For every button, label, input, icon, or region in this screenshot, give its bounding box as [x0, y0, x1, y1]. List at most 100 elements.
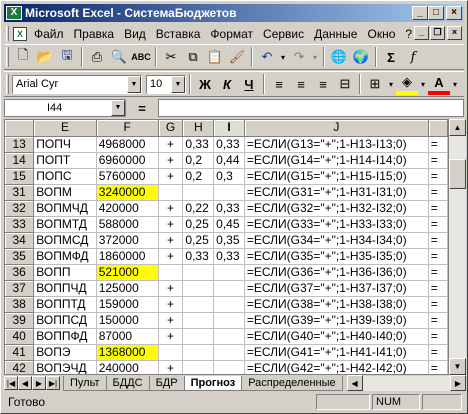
cell-h[interactable]	[182, 360, 215, 374]
cell-f[interactable]: 240000	[96, 360, 159, 374]
cut-icon[interactable]: ✂	[160, 46, 182, 68]
paste-function-icon[interactable]: f	[402, 46, 424, 68]
cell-e[interactable]: ВОППСД	[33, 312, 97, 329]
excel-app-icon[interactable]: X	[6, 6, 22, 20]
scroll-down-icon[interactable]: ▼	[449, 358, 466, 375]
cell-e[interactable]: ВОПЭ	[33, 344, 97, 361]
column-header-k[interactable]	[428, 120, 448, 137]
cell-i[interactable]	[213, 312, 245, 329]
paste-icon[interactable]: 📋	[204, 46, 226, 68]
cell-g[interactable]	[158, 184, 184, 201]
close-button[interactable]: ×	[446, 6, 462, 20]
column-header-h[interactable]: H	[182, 120, 215, 137]
cell-f[interactable]: 420000	[96, 200, 159, 217]
new-file-icon[interactable]: 🗋	[12, 46, 34, 68]
vertical-scrollbar[interactable]: ▲ ▼	[449, 119, 466, 375]
cell-h[interactable]: 0,25	[182, 216, 215, 233]
cell-g[interactable]: +	[158, 296, 184, 313]
cell-f[interactable]: 6960000	[96, 152, 159, 169]
menu-format[interactable]: Формат	[205, 27, 258, 41]
cell-f[interactable]: 4968000	[96, 136, 159, 153]
prev-sheet-icon[interactable]: ◀	[18, 376, 32, 390]
align-left-icon[interactable]: ≡	[268, 73, 290, 95]
cell-g[interactable]: +	[158, 280, 184, 297]
cell-j[interactable]: =ЕСЛИ(G15="+";1-H15-I15;0)	[244, 168, 429, 185]
row-header[interactable]: 32	[5, 200, 35, 217]
cell-h[interactable]: 0,22	[182, 200, 215, 217]
sheet-tab-bdds[interactable]: БДДС	[105, 375, 150, 391]
font-size-combo[interactable]: 10 ▼	[146, 74, 186, 94]
cell-g[interactable]: +	[158, 232, 184, 249]
font-color-dropdown-icon[interactable]: ▾	[450, 73, 460, 95]
cell-i[interactable]	[213, 360, 245, 374]
menu-tools[interactable]: Сервис	[258, 27, 309, 41]
column-header-i[interactable]: I	[213, 120, 245, 137]
row-header[interactable]: 40	[5, 328, 35, 345]
row-header[interactable]: 34	[5, 232, 35, 249]
sheet-tab-pult[interactable]: Пульт	[63, 375, 107, 391]
scroll-left-icon[interactable]: ◀	[346, 374, 363, 391]
cell-j[interactable]: =ЕСЛИ(G40="+";1-H40-I40;0)	[244, 328, 429, 345]
web-toolbar-icon[interactable]: 🌍	[350, 46, 372, 68]
cell-h[interactable]: 0,25	[182, 232, 215, 249]
row-header[interactable]: 42	[5, 360, 35, 374]
cell-k[interactable]: =	[428, 136, 448, 153]
name-box[interactable]: I44 ▼	[4, 99, 126, 117]
cell-h[interactable]: 0,2	[182, 152, 215, 169]
cell-k[interactable]: =	[428, 168, 448, 185]
borders-dropdown-icon[interactable]: ▾	[386, 73, 396, 95]
cell-h[interactable]	[182, 280, 215, 297]
cell-f[interactable]: 5760000	[96, 168, 159, 185]
undo-dropdown-icon[interactable]: ▾	[278, 46, 288, 68]
cell-h[interactable]	[182, 264, 215, 281]
cell-j[interactable]: =ЕСЛИ(G36="+";1-H36-I36;0)	[244, 264, 429, 281]
cell-j[interactable]: =ЕСЛИ(G13="+";1-H13-I13;0)	[244, 136, 429, 153]
menu-data[interactable]: Данные	[309, 27, 362, 41]
cell-h[interactable]	[182, 344, 215, 361]
menu-file[interactable]: Файл	[29, 27, 69, 41]
redo-dropdown-icon[interactable]: ▾	[310, 46, 320, 68]
worksheet-grid[interactable]: E F G H I J 13 ПОПЧ 4968000 +0,33 0,33 =ЕСЛИ(…	[4, 119, 449, 375]
doc-minimize-button[interactable]: _	[414, 26, 429, 40]
chevron-down-icon[interactable]: ▼	[127, 75, 141, 93]
cell-h[interactable]	[182, 296, 215, 313]
merge-center-icon[interactable]: ⊟	[334, 73, 356, 95]
cell-h[interactable]: 0,2	[182, 168, 215, 185]
cell-i[interactable]	[213, 264, 245, 281]
cell-f[interactable]: 1368000	[96, 344, 159, 361]
menu-grip[interactable]	[6, 26, 9, 41]
row-header[interactable]: 36	[5, 264, 35, 281]
toolbar-grip[interactable]	[6, 74, 9, 94]
formula-input[interactable]	[158, 99, 464, 117]
save-icon[interactable]: 🖫	[56, 46, 78, 68]
cell-g[interactable]: +	[158, 248, 184, 265]
cell-i[interactable]	[213, 328, 245, 345]
row-header[interactable]: 38	[5, 296, 35, 313]
column-header-g[interactable]: G	[158, 120, 184, 137]
cell-e[interactable]: ВОППТД	[33, 296, 97, 313]
cell-e[interactable]: ВОПМФД	[33, 248, 97, 265]
cell-i[interactable]: 0,3	[213, 168, 245, 185]
doc-restore-button[interactable]: ❐	[430, 26, 445, 40]
cell-f[interactable]: 159000	[96, 296, 159, 313]
borders-icon[interactable]: ⊞	[364, 73, 386, 95]
toolbar-grip[interactable]	[6, 47, 9, 67]
cell-e[interactable]: ВОПМ	[33, 184, 97, 201]
cell-g[interactable]: +	[158, 200, 184, 217]
cell-j[interactable]: =ЕСЛИ(G35="+";1-H35-I35;0)	[244, 248, 429, 265]
column-header-e[interactable]: E	[33, 120, 97, 137]
cell-e[interactable]: ВОППЧД	[33, 280, 97, 297]
cell-k[interactable]: =	[428, 248, 448, 265]
cell-f[interactable]: 125000	[96, 280, 159, 297]
column-header-f[interactable]: F	[96, 120, 159, 137]
row-header[interactable]: 33	[5, 216, 35, 233]
cell-i[interactable]	[213, 280, 245, 297]
cell-j[interactable]: =ЕСЛИ(G38="+";1-H38-I38;0)	[244, 296, 429, 313]
cell-j[interactable]: =ЕСЛИ(G42="+";1-H42-I42;0)	[244, 360, 429, 374]
chevron-down-icon[interactable]: ▼	[171, 75, 185, 93]
fill-color-dropdown-icon[interactable]: ▾	[418, 73, 428, 95]
row-header[interactable]: 35	[5, 248, 35, 265]
row-header[interactable]: 15	[5, 168, 35, 185]
first-sheet-icon[interactable]: |◀	[4, 376, 18, 390]
underline-button[interactable]: Ч	[238, 73, 260, 95]
